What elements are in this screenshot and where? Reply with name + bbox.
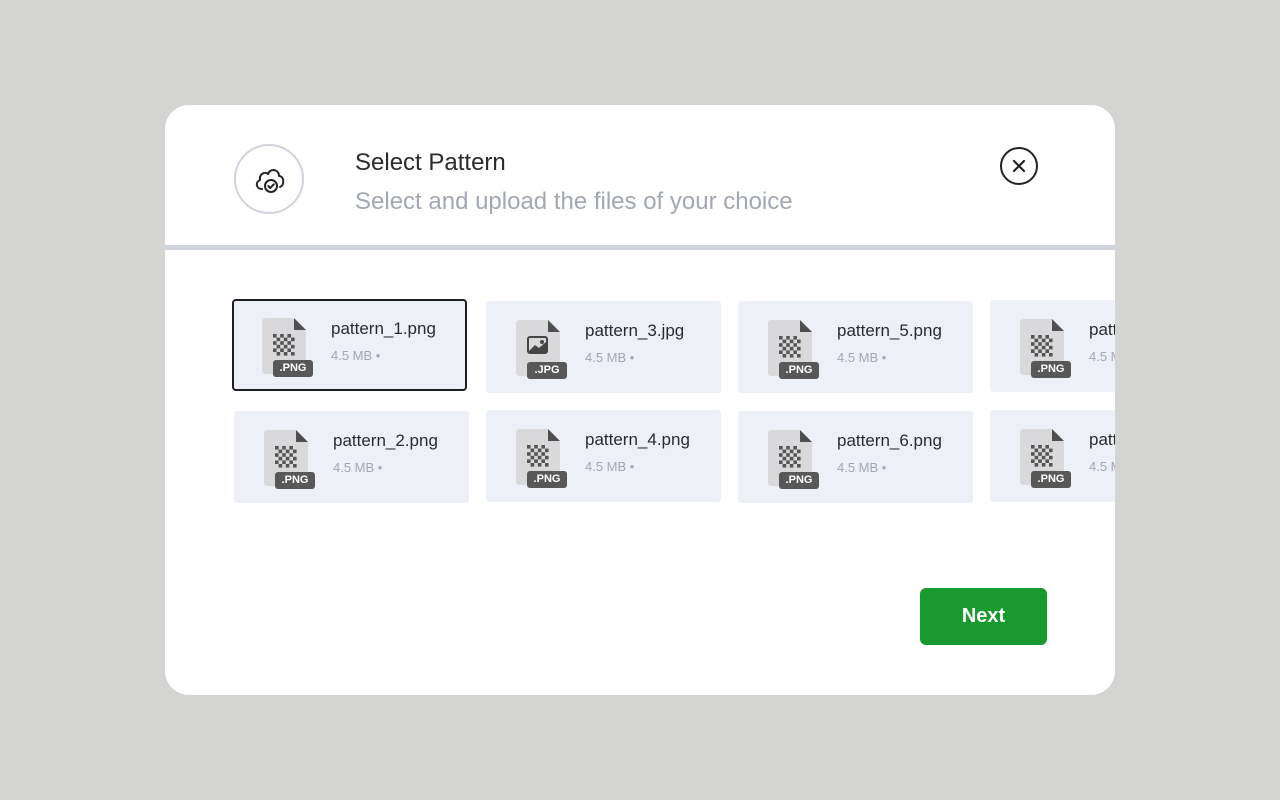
png-file-icon: .PNG [516, 427, 568, 491]
png-file-icon: .PNG [1020, 317, 1072, 381]
file-name: pattern_6.png [837, 431, 942, 450]
file-size: 4.5 MB • [837, 350, 887, 365]
file-card[interactable]: .PNG pattern_4.png 4.5 MB • [486, 410, 721, 502]
file-name: pattern_2.png [333, 431, 438, 450]
file-name: pattern_1.png [331, 319, 436, 338]
select-pattern-dialog: Select Pattern Select and upload the fil… [165, 105, 1115, 695]
file-type-badge: .PNG [275, 472, 315, 489]
file-card[interactable]: .PNG pattern_2.png 4.5 MB • [234, 411, 469, 503]
png-file-icon: .PNG [768, 428, 820, 492]
file-size: 4.5 MB • [1089, 349, 1115, 364]
file-card[interactable]: .PNG pattern_6.png 4.5 MB • [738, 411, 973, 503]
file-card[interactable]: .PNG pattern_8.png 4.5 MB • [990, 410, 1115, 502]
file-name: pattern_8.png [1089, 430, 1115, 449]
jpg-file-icon: .JPG [516, 318, 568, 382]
file-type-badge: .PNG [1031, 471, 1071, 488]
file-size: 4.5 MB • [331, 348, 381, 363]
file-name: pattern_5.png [837, 321, 942, 340]
png-file-icon: .PNG [768, 318, 820, 382]
file-size: 4.5 MB • [333, 460, 383, 475]
file-name: pattern_3.jpg [585, 321, 685, 340]
file-name: pattern_4.png [585, 430, 690, 449]
file-name: pattern_7.png [1089, 320, 1115, 339]
file-size: 4.5 MB • [1089, 459, 1115, 474]
file-type-badge: .PNG [1031, 361, 1071, 378]
png-file-icon: .PNG [264, 428, 316, 492]
next-button[interactable]: Next [920, 588, 1047, 645]
file-card[interactable]: .PNG pattern_1.png 4.5 MB • [232, 299, 467, 391]
file-card[interactable]: .PNG pattern_7.png 4.5 MB • [990, 300, 1115, 392]
file-type-badge: .PNG [527, 471, 567, 488]
file-size: 4.5 MB • [837, 460, 887, 475]
file-size: 4.5 MB • [585, 459, 635, 474]
file-size: 4.5 MB • [585, 350, 635, 365]
file-type-badge: .JPG [527, 362, 567, 379]
file-type-badge: .PNG [779, 472, 819, 489]
file-type-badge: .PNG [779, 362, 819, 379]
png-file-icon: .PNG [1020, 427, 1072, 491]
file-card[interactable]: .JPG pattern_3.jpg 4.5 MB • [486, 301, 721, 393]
png-file-icon: .PNG [262, 316, 314, 380]
file-type-badge: .PNG [273, 360, 313, 377]
file-card[interactable]: .PNG pattern_5.png 4.5 MB • [738, 301, 973, 393]
